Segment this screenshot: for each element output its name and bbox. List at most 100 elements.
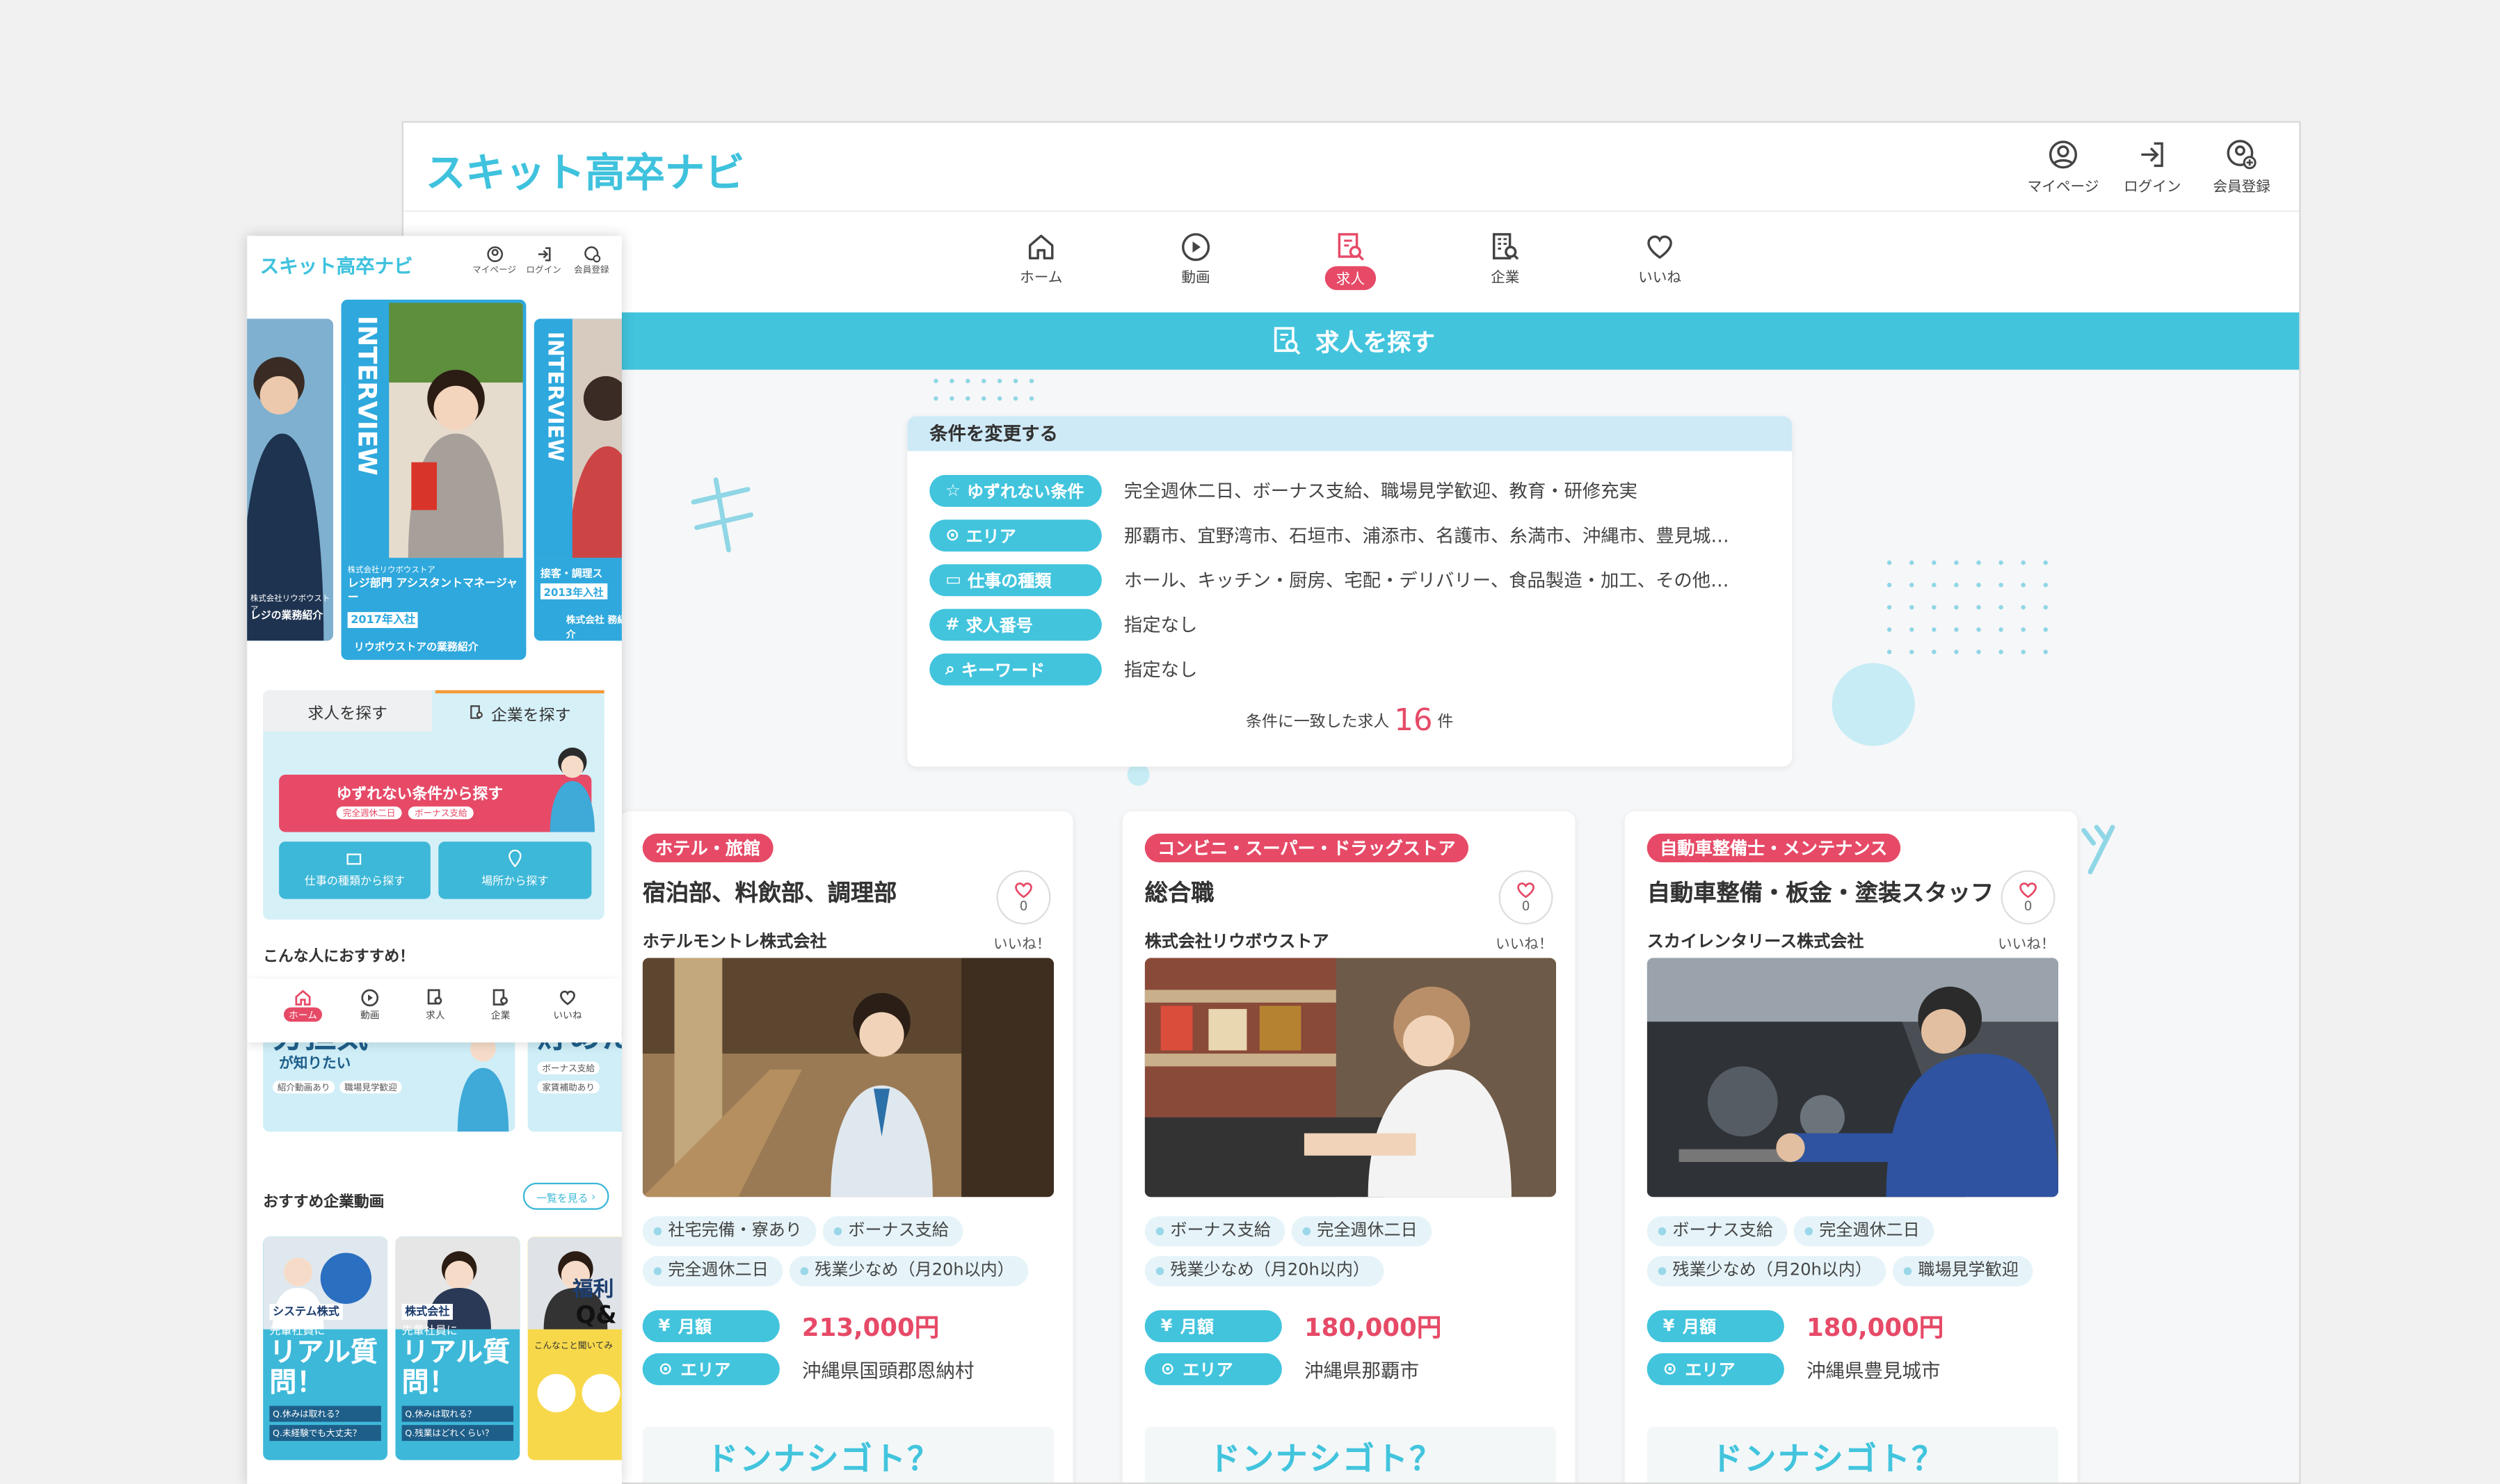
page-title-band: 求人を探す	[403, 312, 2300, 370]
site-logo[interactable]: スキット高卒ナビ	[426, 142, 744, 200]
nav-video[interactable]: 動画	[1148, 231, 1244, 287]
carousel-card[interactable]: INTERVIEW 株式会社リウボウストア レジ部門 アシスタントマネージャー …	[341, 299, 527, 660]
salary-label-text: 月額	[678, 1317, 712, 1337]
condition-label-text: 仕事の種類	[968, 571, 1052, 591]
nav-jobs[interactable]: 求人	[1303, 231, 1399, 291]
job-search-icon	[1274, 327, 1301, 355]
mobile-logo[interactable]: スキット高卒ナビ	[260, 252, 413, 279]
job-title[interactable]: 宿泊部、料飲部、調理部	[643, 875, 897, 908]
area-row: ⊙ エリア 沖縄県豊見城市	[1646, 1353, 1941, 1385]
area-label-text: エリア	[1685, 1360, 1736, 1380]
speech-bubbles	[537, 1373, 620, 1412]
job-title[interactable]: 自動車整備・板金・塗装スタッフ	[1647, 875, 1994, 908]
video-card[interactable]: 福利 Q& こんなこと聞いてみ	[527, 1236, 622, 1460]
mobile-window: スキット高卒ナビ マイページ ログイン 会員登録 株式会社リウボウストア レジの…	[247, 236, 622, 1484]
place-search-label: 場所から探す	[481, 875, 549, 888]
condition-label-text: エリア	[965, 526, 1016, 547]
like-label: いいね！	[1997, 937, 2056, 953]
tag: 残業少なめ（月20h以内）	[789, 1256, 1029, 1287]
tag: 社宅完備・寮あり	[642, 1216, 817, 1247]
mypage-button[interactable]: マイページ	[2019, 138, 2108, 196]
donna-shigoto-banner[interactable]: ドンナシゴト？	[642, 1426, 1055, 1483]
bottom-nav-video-label: 動画	[360, 1010, 380, 1022]
mobile-register-button[interactable]: 会員登録	[571, 245, 613, 276]
pin-icon: ⊙	[1662, 1360, 1677, 1379]
mobile-mypage-label: マイページ	[472, 266, 516, 276]
condition-value: 完全週休二日、ボーナス支給、職場見学歓迎、教育・研修充実	[1123, 479, 1637, 503]
play-icon	[1182, 233, 1210, 261]
area-value: 沖縄県那覇市	[1304, 1359, 1420, 1382]
job-card[interactable]: コンビニ・スーパー・ドラッグストア 総合職 0 いいね！ 株式会社リウボウストア	[1122, 811, 1576, 1483]
mobile-mypage-button[interactable]: マイページ	[472, 245, 516, 276]
area-row: ⊙ エリア 沖縄県国頭郡恩納村	[642, 1353, 975, 1385]
result-count-number: 16	[1394, 702, 1433, 739]
katakana-decoration	[691, 477, 754, 553]
nav-like[interactable]: いいね	[1612, 231, 1708, 287]
tag: 完全週休二日	[642, 1256, 783, 1287]
condition-value: 那覇市、宜野湾市、石垣市、浦添市、名護市、糸満市、沖縄市、豊見城…	[1123, 524, 1729, 547]
carousel-card[interactable]: 株式会社リウボウストア レジの業務紹介	[247, 318, 334, 641]
tag: 残業少なめ（月20h以内）	[1144, 1256, 1384, 1287]
bottom-nav-video[interactable]: 動画	[349, 988, 391, 1022]
nav-home[interactable]: ホーム	[993, 231, 1089, 287]
condition-row[interactable]: ⊙ エリア 那覇市、宜野湾市、石垣市、浦添市、名護市、糸満市、沖縄市、豊見城…	[929, 519, 1729, 552]
bottom-nav-like[interactable]: いいね	[547, 988, 588, 1022]
category-badge: 自動車整備士・メンテナンス	[1646, 833, 1900, 863]
video-card[interactable]: 株式会社 先輩社員に リアル質問！ Q.休みは取れる？ Q.残業はどれくらい？	[395, 1236, 520, 1460]
video-question: Q.未経験でも大丈夫？	[269, 1425, 381, 1442]
chevron-right-icon: ›	[588, 1190, 596, 1203]
must-conditions-button[interactable]: ゆずれない条件から探す 完全週休二日 ボーナス支給	[279, 747, 595, 832]
video-card[interactable]: システム株式 先輩社員に リアル質問！ Q.休みは取れる？ Q.未経験でも大丈夫…	[263, 1236, 387, 1460]
carousel-company: 株式会社リウボウストア	[347, 565, 435, 576]
tab-company-search[interactable]: 企業を探す	[435, 690, 604, 732]
job-card[interactable]: ホテル・旅館 宿泊部、料飲部、調理部 0 いいね！ ホテルモントレ株式会社 社宅…	[620, 811, 1073, 1483]
login-icon	[537, 247, 550, 261]
job-title[interactable]: 総合職	[1145, 875, 1215, 908]
video-sub: 先輩社員に	[401, 1324, 458, 1338]
videos-more-button[interactable]: 一覧を見る ›	[522, 1182, 609, 1210]
videos-more-label: 一覧を見る	[536, 1191, 588, 1204]
like-count: 0	[1019, 898, 1028, 914]
mobile-login-button[interactable]: ログイン	[523, 245, 565, 276]
mobile-register-label: 会員登録	[574, 266, 609, 276]
videos-title: おすすめ企業動画	[263, 1193, 385, 1211]
recommend-title: こんな人におすすめ！	[263, 948, 415, 967]
bottom-nav-company[interactable]: 企業	[480, 988, 522, 1022]
nav-company[interactable]: 企業	[1457, 231, 1553, 287]
interview-carousel[interactable]: 株式会社リウボウストア レジの業務紹介 INTERVIEW 株式会社リウボウスト…	[247, 299, 622, 660]
recommend-chip: 職場見学歓迎	[339, 1081, 402, 1094]
video-top: 福利	[572, 1278, 614, 1302]
condition-row[interactable]: # 求人番号 指定なし	[929, 608, 1197, 641]
banner-text: ドンナシゴト？	[706, 1439, 941, 1478]
place-search-button[interactable]: 場所から探す	[438, 841, 592, 899]
tab-job-search[interactable]: 求人を探す	[263, 690, 433, 732]
condition-row[interactable]: ⌕ キーワード 指定なし	[929, 653, 1197, 686]
condition-row[interactable]: ☆ ゆずれない条件 完全週休二日、ボーナス支給、職場見学歓迎、教育・研修充実	[929, 475, 1637, 507]
pin-icon: ⊙	[945, 526, 960, 545]
carousel-card[interactable]: INTERVIEW 接客・調理ス 2013年入社 株式会社 務紹介	[534, 318, 622, 641]
bottom-nav-home-label: ホーム	[284, 1007, 322, 1022]
job-type-search-button[interactable]: 仕事の種類から探す	[279, 841, 431, 899]
donna-shigoto-banner[interactable]: ドンナシゴト？	[1144, 1426, 1557, 1483]
video-sub: Q&	[575, 1300, 617, 1330]
job-card[interactable]: 自動車整備士・メンテナンス 自動車整備・板金・塗装スタッフ 0 いいね！ スカイ…	[1624, 811, 2078, 1483]
dot-pattern	[934, 378, 1034, 401]
yen-icon: ¥	[658, 1316, 671, 1336]
like-button[interactable]: 0	[996, 870, 1051, 925]
bottom-nav-jobs[interactable]: 求人	[415, 988, 456, 1022]
company-icon	[1492, 233, 1519, 260]
like-button[interactable]: 0	[2001, 870, 2056, 925]
mypage-label: マイページ	[2027, 180, 2099, 196]
bottom-nav-home[interactable]: ホーム	[282, 988, 324, 1022]
area-label: ⊙ エリア	[642, 1353, 780, 1385]
like-button[interactable]: 0	[1498, 870, 1553, 925]
login-button[interactable]: ログイン	[2108, 138, 2197, 196]
register-button[interactable]: 会員登録	[2197, 138, 2286, 196]
condition-label-text: ゆずれない条件	[966, 482, 1084, 501]
carousel-year: 2013年入社	[540, 583, 607, 599]
category-badge: ホテル・旅館	[642, 833, 774, 863]
donna-shigoto-banner[interactable]: ドンナシゴト？	[1646, 1426, 2059, 1483]
condition-row[interactable]: ▭ 仕事の種類 ホール、キッチン・厨房、宅配・デリバリー、食品製造・加工、その他…	[929, 564, 1729, 597]
change-conditions-header[interactable]: 条件を変更する	[907, 416, 1793, 451]
area-label-text: エリア	[680, 1360, 731, 1380]
